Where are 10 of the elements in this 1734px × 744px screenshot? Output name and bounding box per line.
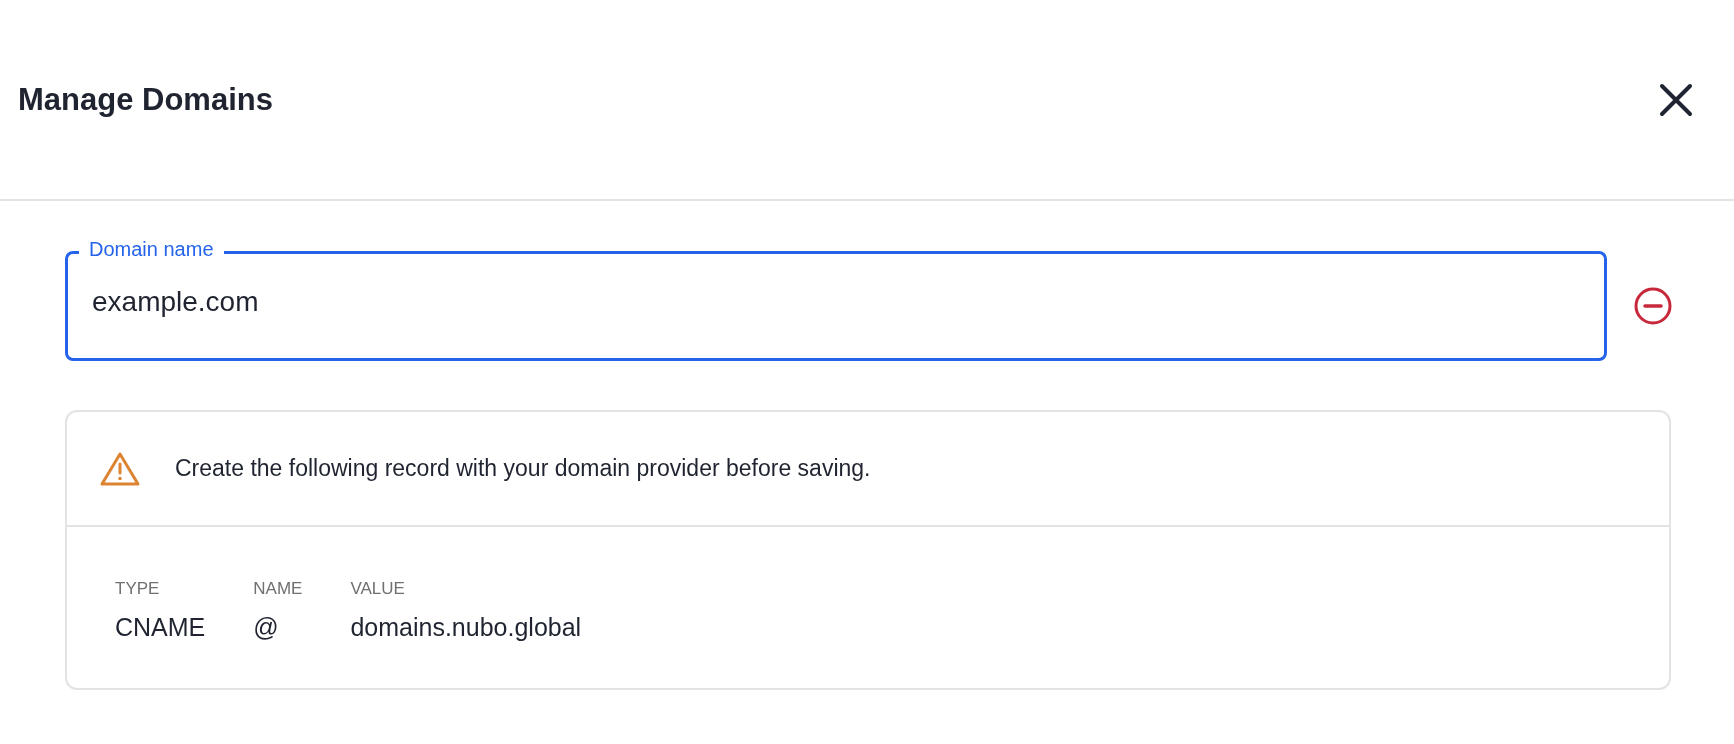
warning-icon (99, 450, 141, 487)
column-header: VALUE (350, 579, 406, 599)
record-value: @ (253, 613, 280, 642)
remove-icon[interactable] (1633, 286, 1673, 326)
record-value: CNAME (115, 613, 206, 642)
notice-text: Create the following record with your domain provider before saving. (175, 455, 871, 482)
record-value: domains.nubo.global (350, 613, 582, 642)
column-header: NAME (253, 579, 303, 599)
column-header: TYPE (115, 579, 161, 599)
dialog-title: Manage Domains (18, 81, 273, 118)
